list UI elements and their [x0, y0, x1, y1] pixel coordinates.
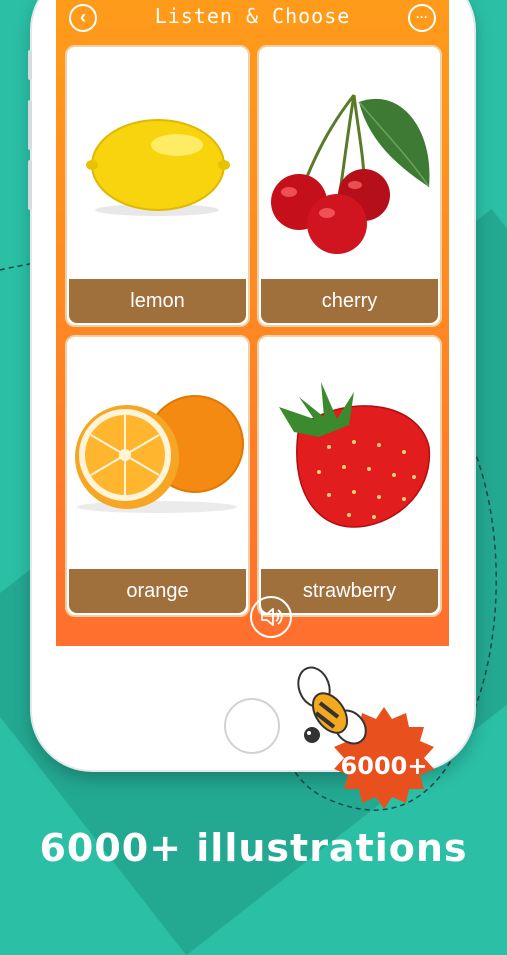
- phone-volume-up: [28, 100, 32, 150]
- phone-frame: ‹ Listen & Choose ··· lemon cherry orang…: [28, 0, 474, 770]
- cherry-image: [271, 94, 430, 254]
- card-cherry[interactable]: cherry: [257, 45, 442, 327]
- strawberry-image: [279, 382, 430, 528]
- top-bar: ‹ Listen & Choose ···: [56, 0, 449, 38]
- bee-icon: [297, 666, 367, 745]
- orange-image: [75, 395, 244, 513]
- phone-mute-switch: [28, 50, 32, 80]
- play-audio-button[interactable]: [250, 596, 292, 638]
- card-strawberry[interactable]: strawberry: [257, 335, 442, 617]
- page-title: Listen & Choose: [154, 4, 351, 28]
- card-label: orange: [69, 569, 246, 613]
- ellipsis-icon: ···: [416, 10, 428, 24]
- phone-volume-down: [28, 160, 32, 210]
- card-lemon[interactable]: lemon: [65, 45, 250, 327]
- phone-home-button: [224, 698, 280, 754]
- app-screen: ‹ Listen & Choose ··· lemon cherry orang…: [56, 0, 449, 646]
- card-label: cherry: [261, 279, 438, 323]
- lemon-image: [86, 119, 230, 216]
- card-orange[interactable]: orange: [65, 335, 250, 617]
- speaker-icon: [261, 608, 283, 626]
- more-options-button[interactable]: ···: [408, 4, 436, 32]
- card-label: lemon: [69, 279, 246, 323]
- badge-text: 6000+: [340, 752, 428, 780]
- promo-caption: 6000+ illustrations: [39, 826, 468, 870]
